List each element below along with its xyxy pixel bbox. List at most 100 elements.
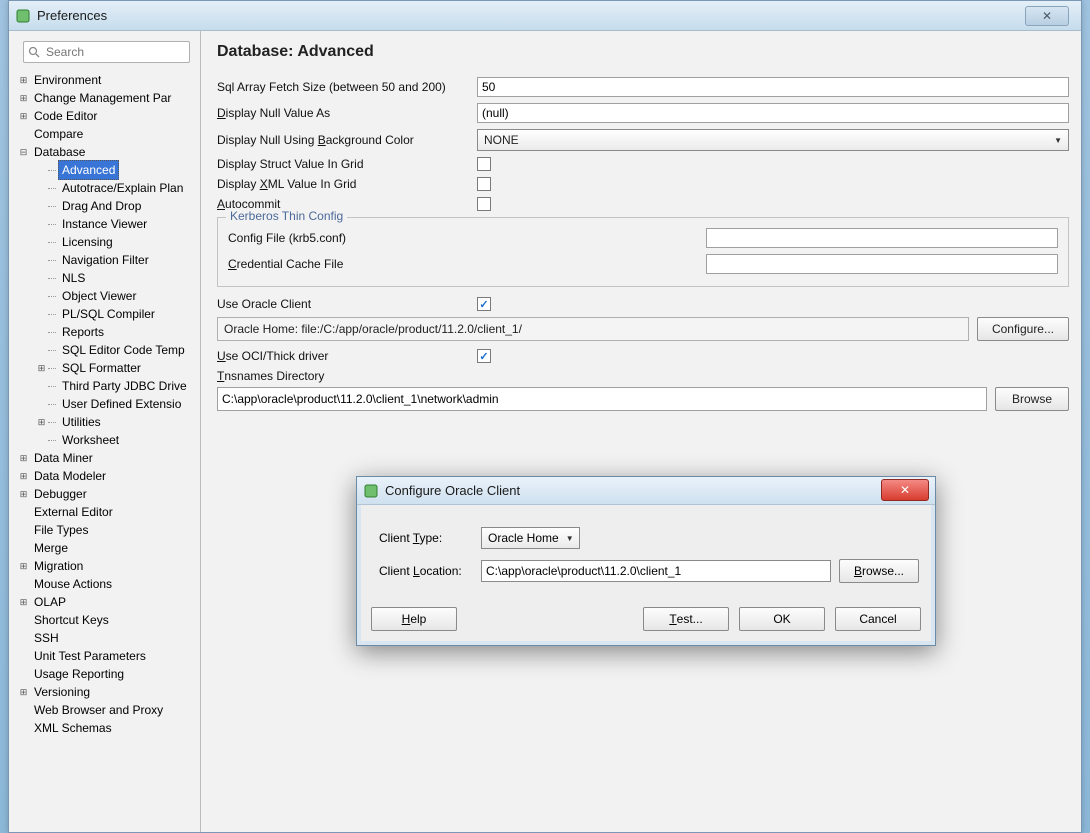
tree-item[interactable]: ⊞Change Management Par	[13, 89, 200, 107]
row-use-oci: Use OCI/Thick driver	[217, 349, 1069, 363]
input-null-value[interactable]	[477, 103, 1069, 123]
checkbox-xml[interactable]	[477, 177, 491, 191]
input-kerberos-cache[interactable]	[706, 254, 1058, 274]
expand-icon[interactable]: ⊞	[17, 107, 30, 125]
tree-item[interactable]: PL/SQL Compiler	[13, 305, 200, 323]
expand-icon[interactable]: ⊞	[17, 89, 30, 107]
expand-icon[interactable]: ⊞	[17, 557, 30, 575]
tree-spacer	[17, 125, 30, 143]
tree-item[interactable]: NLS	[13, 269, 200, 287]
tree-spacer	[35, 377, 48, 395]
tree-item[interactable]: Mouse Actions	[13, 575, 200, 593]
tree-item[interactable]: ⊞SQL Formatter	[13, 359, 200, 377]
row-null-value: Display Null Value As	[217, 103, 1069, 123]
tree-item[interactable]: ⊞Debugger	[13, 485, 200, 503]
browse-tns-button[interactable]: Browse	[995, 387, 1069, 411]
tree-item[interactable]: File Types	[13, 521, 200, 539]
preferences-tree[interactable]: ⊞Environment⊞Change Management Par⊞Code …	[9, 69, 200, 832]
tree-item[interactable]: ⊞Environment	[13, 71, 200, 89]
tree-item[interactable]: Drag And Drop	[13, 197, 200, 215]
modal-close-button[interactable]: ✕	[881, 479, 929, 501]
tree-item-label: SQL Editor Code Temp	[58, 341, 189, 359]
titlebar: Preferences ✕	[9, 1, 1081, 31]
tree-item[interactable]: Object Viewer	[13, 287, 200, 305]
help-button[interactable]: Help	[371, 607, 457, 631]
label-client-type: Client Type:	[379, 531, 473, 545]
checkbox-autocommit[interactable]	[477, 197, 491, 211]
tree-item-label: Reports	[58, 323, 108, 341]
tree-item[interactable]: Compare	[13, 125, 200, 143]
input-sql-fetch[interactable]	[477, 77, 1069, 97]
tree-item[interactable]: Navigation Filter	[13, 251, 200, 269]
oracle-home-text: Oracle Home: file:/C:/app/oracle/product…	[224, 322, 522, 336]
tree-item[interactable]: Shortcut Keys	[13, 611, 200, 629]
tree-item-label: Instance Viewer	[58, 215, 151, 233]
tree-item[interactable]: Unit Test Parameters	[13, 647, 200, 665]
search-input[interactable]	[44, 44, 185, 60]
tree-item[interactable]: ⊞OLAP	[13, 593, 200, 611]
checkbox-use-oci[interactable]	[477, 349, 491, 363]
modal-browse-button[interactable]: Browse...	[839, 559, 919, 583]
tree-item[interactable]: Third Party JDBC Drive	[13, 377, 200, 395]
cancel-button[interactable]: Cancel	[835, 607, 921, 631]
tree-item[interactable]: ⊞Data Miner	[13, 449, 200, 467]
tree-item[interactable]: ⊞Migration	[13, 557, 200, 575]
expand-icon[interactable]: ⊞	[17, 449, 30, 467]
expand-icon[interactable]: ⊞	[35, 359, 48, 377]
tree-item[interactable]: ⊞Versioning	[13, 683, 200, 701]
tree-item[interactable]: ⊞Data Modeler	[13, 467, 200, 485]
tree-item-label: Web Browser and Proxy	[30, 701, 167, 719]
tree-item[interactable]: Reports	[13, 323, 200, 341]
tree-item[interactable]: XML Schemas	[13, 719, 200, 737]
tree-item[interactable]: User Defined Extensio	[13, 395, 200, 413]
input-client-location[interactable]	[481, 560, 831, 582]
tree-item[interactable]: Worksheet	[13, 431, 200, 449]
checkbox-struct[interactable]	[477, 157, 491, 171]
tree-item[interactable]: ⊞Code Editor	[13, 107, 200, 125]
search-box[interactable]	[23, 41, 190, 63]
input-kerberos-file[interactable]	[706, 228, 1058, 248]
tree-item[interactable]: SSH	[13, 629, 200, 647]
tree-item[interactable]: Autotrace/Explain Plan	[13, 179, 200, 197]
test-button[interactable]: Test...	[643, 607, 729, 631]
checkbox-use-oracle[interactable]	[477, 297, 491, 311]
select-client-type[interactable]: Oracle Home	[481, 527, 580, 549]
tree-item-label: Usage Reporting	[30, 665, 128, 683]
tree-item-label: Database	[30, 143, 89, 161]
row-xml: Display XML Value In Grid	[217, 177, 1069, 191]
tree-item[interactable]: Merge	[13, 539, 200, 557]
label-xml: Display XML Value In Grid	[217, 177, 469, 191]
tree-item-label: External Editor	[30, 503, 117, 521]
tree-item[interactable]: Usage Reporting	[13, 665, 200, 683]
ok-button[interactable]: OK	[739, 607, 825, 631]
sidebar: ⊞Environment⊞Change Management Par⊞Code …	[9, 31, 201, 832]
select-null-bg[interactable]: NONE	[477, 129, 1069, 151]
tree-spacer	[35, 305, 48, 323]
tree-item[interactable]: Licensing	[13, 233, 200, 251]
expand-icon[interactable]: ⊞	[17, 467, 30, 485]
tree-item[interactable]: ⊞Utilities	[13, 413, 200, 431]
expand-icon[interactable]: ⊞	[17, 593, 30, 611]
tree-item[interactable]: External Editor	[13, 503, 200, 521]
tree-item-label: Code Editor	[30, 107, 101, 125]
input-tns[interactable]	[217, 387, 987, 411]
tree-item[interactable]: ⊟Database	[13, 143, 200, 161]
expand-icon[interactable]: ⊞	[17, 485, 30, 503]
configure-button[interactable]: Configure...	[977, 317, 1069, 341]
tree-item-label: Navigation Filter	[58, 251, 153, 269]
collapse-icon[interactable]: ⊟	[17, 143, 30, 161]
tree-spacer	[35, 269, 48, 287]
label-sql-fetch: Sql Array Fetch Size (between 50 and 200…	[217, 80, 469, 94]
tree-item[interactable]: SQL Editor Code Temp	[13, 341, 200, 359]
tree-item[interactable]: Instance Viewer	[13, 215, 200, 233]
expand-icon[interactable]: ⊞	[17, 71, 30, 89]
tree-item-label: SSH	[30, 629, 63, 647]
window-close-button[interactable]: ✕	[1025, 6, 1069, 26]
row-sql-fetch: Sql Array Fetch Size (between 50 and 200…	[217, 77, 1069, 97]
modal-app-icon	[363, 483, 379, 499]
tree-item[interactable]: Web Browser and Proxy	[13, 701, 200, 719]
tree-item-label: Compare	[30, 125, 87, 143]
tree-item[interactable]: Advanced	[13, 161, 200, 179]
expand-icon[interactable]: ⊞	[17, 683, 30, 701]
expand-icon[interactable]: ⊞	[35, 413, 48, 431]
